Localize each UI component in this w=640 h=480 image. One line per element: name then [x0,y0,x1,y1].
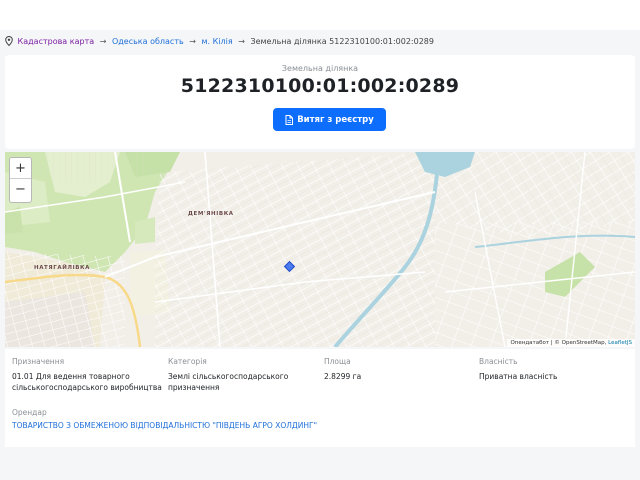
zoom-control: + − [9,157,32,203]
breadcrumb-link-region[interactable]: Одеська область [112,37,184,46]
purpose-value: 01.01 Для ведення товарного сільськогосп… [12,372,162,392]
tenant-field: Орендар ТОВАРИСТВО З ОБМЕЖЕНОЮ ВІДПОВІДА… [12,408,317,430]
ownership-value: Приватна власність [479,372,558,381]
area-label: Площа [324,357,351,366]
category-value: Землі сільськогосподарського призначення [168,372,289,392]
tenant-label: Орендар [12,408,47,417]
map[interactable]: ДЕМ'ЯНІВКА НАТЯГАЙЛІВКА + − Опендатабот … [5,152,635,347]
plot-label: Земельна ділянка [281,64,359,73]
document-icon [285,114,294,125]
top-bar [0,0,640,30]
purpose-label: Призначення [12,357,65,366]
map-attribution: Опендатабот | © OpenStreetMap, LeafletJS [507,339,635,347]
breadcrumb-separator: → [189,37,196,46]
breadcrumb: Кадастрова карта → Одеська область → м. … [5,32,635,52]
tenant-link[interactable]: ТОВАРИСТВО З ОБМЕЖЕНОЮ ВІДПОВІДАЛЬНІСТЮ … [12,421,317,430]
plot-header-card: Земельна ділянка 5122310100:01:002:0289 … [5,55,635,149]
area-field: Площа 2.8299 га [324,357,464,382]
plot-number: 5122310100:01:002:0289 [180,75,460,97]
zoom-in-button[interactable]: + [10,158,31,179]
breadcrumb-link-cadastral-map[interactable]: Кадастрова карта [18,37,95,46]
map-place-label: НАТЯГАЙЛІВКА [34,265,90,271]
zoom-out-button[interactable]: − [10,179,31,201]
leaflet-link[interactable]: LeafletJS [608,340,632,346]
ownership-field: Власність Приватна власність [479,357,619,382]
location-pin-icon [5,36,13,46]
breadcrumb-current: Земельна ділянка 5122310100:01:002:0289 [250,37,434,46]
map-attribution-text: Опендатабот | © OpenStreetMap, [510,340,609,346]
purpose-field: Призначення 01.01 Для ведення товарного … [12,357,162,393]
breadcrumb-separator: → [238,37,245,46]
category-field: Категорія Землі сільськогосподарського п… [168,357,313,393]
breadcrumb-link-city[interactable]: м. Кілія [202,37,233,46]
map-place-label: ДЕМ'ЯНІВКА [188,211,234,217]
map-tiles[interactable] [5,152,635,347]
category-label: Категорія [168,357,207,366]
ownership-label: Власність [479,357,518,366]
area-value: 2.8299 га [324,372,362,381]
registry-extract-label: Витяг з реєстру [297,114,374,125]
breadcrumb-separator: → [99,37,107,46]
registry-extract-button[interactable]: Витяг з реєстру [273,108,386,131]
plot-details: Призначення 01.01 Для ведення товарного … [5,349,635,447]
